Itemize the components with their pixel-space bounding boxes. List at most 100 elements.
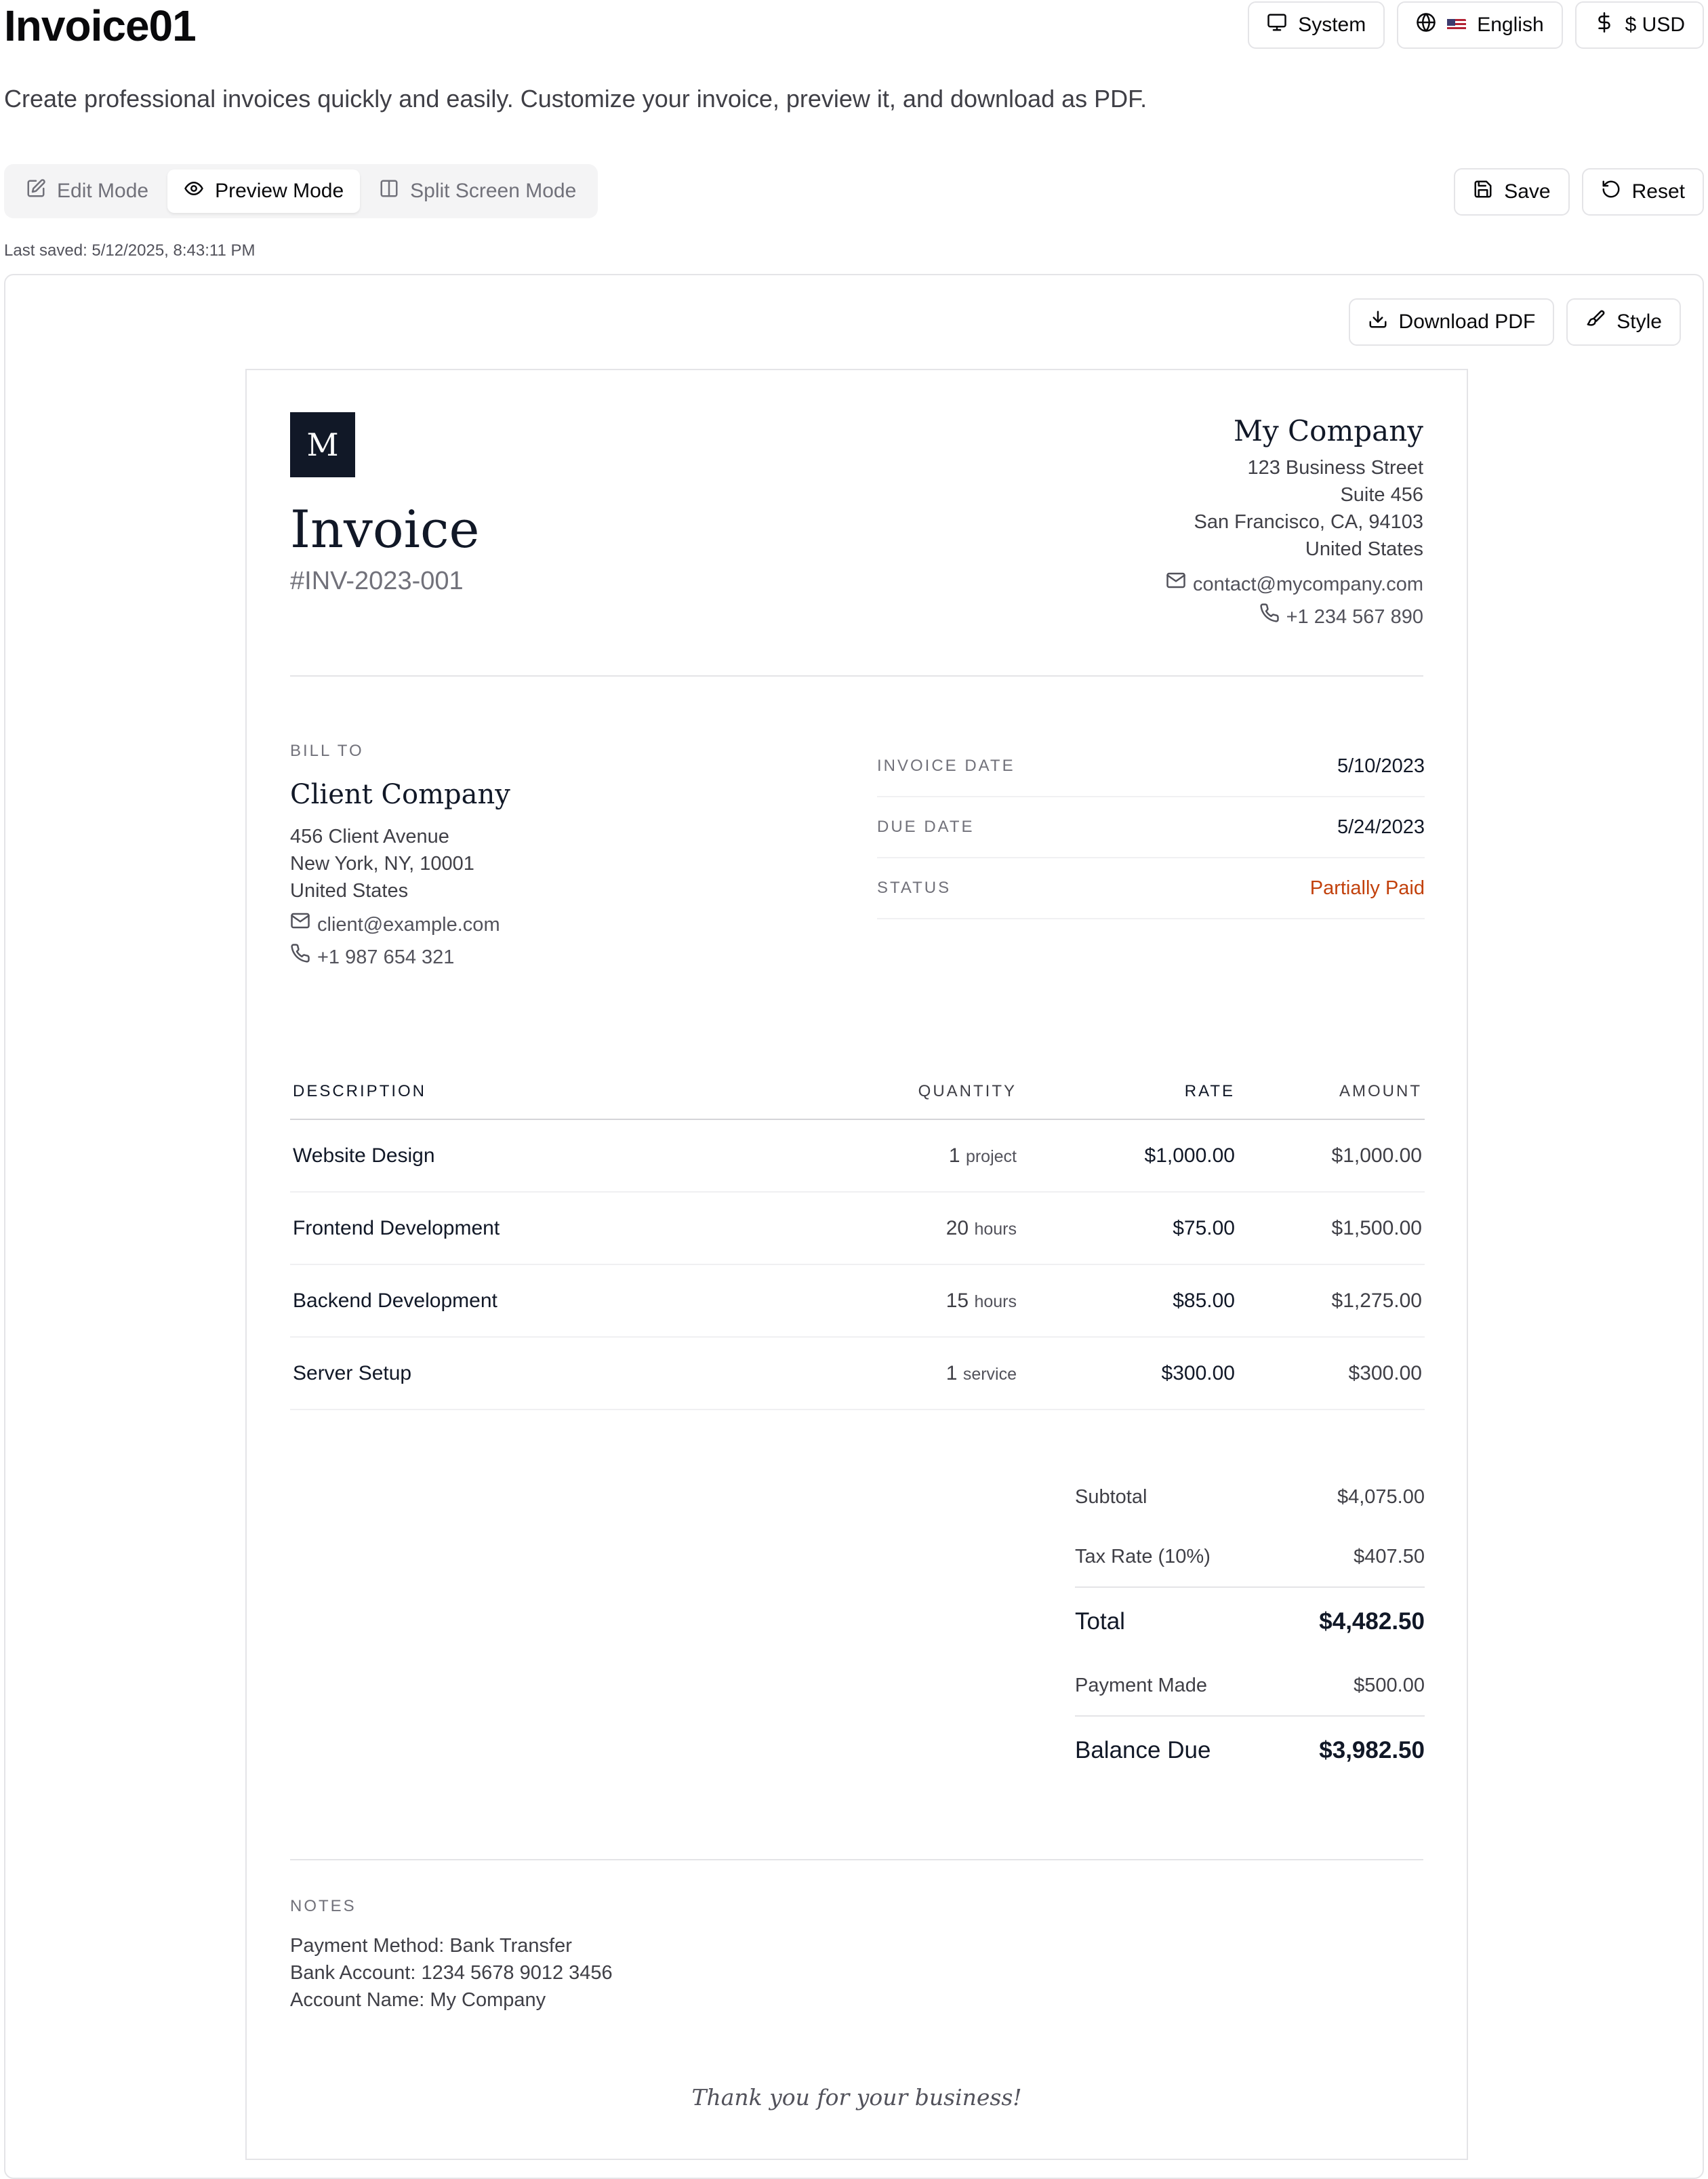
client-phone-text: +1 987 654 321: [317, 946, 455, 968]
balance-due-row: Balance Due $3,982.50: [1075, 1715, 1425, 1784]
totals-section: Subtotal $4,075.00 Tax Rate (10%) $407.5…: [1075, 1467, 1425, 1784]
tax-row: Tax Rate (10%) $407.50: [1075, 1527, 1425, 1586]
theme-button[interactable]: System: [1248, 1, 1385, 49]
app-subtitle: Create professional invoices quickly and…: [4, 85, 1147, 113]
status-value: Partially Paid: [1309, 877, 1425, 899]
app-title: Invoice01: [4, 1, 197, 50]
item-description: Server Setup: [290, 1337, 811, 1410]
globe-icon: [1416, 12, 1436, 38]
style-button[interactable]: Style: [1566, 298, 1681, 346]
paintbrush-icon: [1585, 309, 1606, 335]
company-name: My Company: [1233, 414, 1423, 447]
mail-icon: [290, 908, 310, 941]
qty-unit: hours: [974, 1292, 1017, 1311]
last-saved-text: Last saved: 5/12/2025, 8:43:11 PM: [4, 241, 256, 260]
table-row: Website Design 1 project $1,000.00 $1,00…: [290, 1119, 1425, 1193]
item-rate: $300.00: [1019, 1337, 1238, 1410]
payment-made-label: Payment Made: [1075, 1674, 1208, 1696]
tab-edit-mode[interactable]: Edit Mode: [9, 169, 165, 213]
phone-icon: [290, 941, 310, 974]
client-email: client@example.com: [290, 908, 805, 941]
monitor-icon: [1267, 12, 1287, 38]
table-row: Backend Development 15 hours $85.00 $1,2…: [290, 1264, 1425, 1338]
item-amount: $1,000.00: [1238, 1119, 1425, 1193]
client-address-line: United States: [290, 880, 409, 902]
mail-icon: [1166, 568, 1186, 601]
file-actions: Save Reset: [1454, 168, 1704, 216]
item-quantity: 15 hours: [811, 1264, 1019, 1338]
company-contacts: contact@mycompany.com +1 234 567 890: [1166, 568, 1423, 633]
tab-label: Split Screen Mode: [410, 180, 577, 202]
item-rate: $85.00: [1019, 1264, 1238, 1338]
client-address: 456 Client Avenue New York, NY, 10001 Un…: [290, 823, 805, 904]
item-description: Backend Development: [290, 1264, 811, 1338]
notes-label: NOTES: [290, 1897, 357, 1915]
payment-made-value: $500.00: [1354, 1674, 1425, 1696]
style-label: Style: [1616, 311, 1662, 333]
invoice-date-value: 5/10/2023: [1337, 755, 1425, 777]
download-label: Download PDF: [1398, 311, 1536, 333]
qty-value: 1: [946, 1361, 958, 1384]
meta-label: DUE DATE: [877, 818, 975, 836]
tax-value: $407.50: [1354, 1545, 1425, 1567]
company-address: 123 Business Street Suite 456 San Franci…: [1166, 454, 1423, 563]
total-row: Total $4,482.50: [1075, 1586, 1425, 1656]
company-address-line: 123 Business Street: [1247, 457, 1423, 479]
column-header-rate: RATE: [1019, 1064, 1238, 1120]
item-quantity: 1 service: [811, 1337, 1019, 1410]
table-header-row: DESCRIPTION QUANTITY RATE AMOUNT: [290, 1064, 1425, 1120]
column-header-description: DESCRIPTION: [290, 1064, 811, 1120]
qty-value: 15: [946, 1289, 969, 1312]
company-address-line: United States: [1305, 538, 1423, 560]
thank-you-message: Thank you for your business!: [691, 2084, 1022, 2111]
item-quantity: 1 project: [811, 1119, 1019, 1193]
tax-label: Tax Rate (10%): [1075, 1545, 1211, 1567]
qty-value: 1: [948, 1144, 960, 1167]
currency-button[interactable]: $ USD: [1574, 1, 1704, 49]
top-controls: System English $ USD: [1248, 1, 1704, 49]
invoice-title: Invoice: [290, 499, 480, 559]
client-email-text: client@example.com: [317, 914, 500, 936]
client-address-line: 456 Client Avenue: [290, 826, 449, 847]
invoice-number: #INV-2023-001: [290, 567, 464, 595]
tab-split-screen-mode[interactable]: Split Screen Mode: [363, 169, 592, 213]
invoice-meta: INVOICE DATE 5/10/2023 DUE DATE 5/24/202…: [877, 736, 1425, 919]
company-phone-text: +1 234 567 890: [1286, 606, 1423, 628]
invoice-app: Invoice01 System English $ USD Create pr…: [0, 0, 1708, 2179]
preview-actions: Download PDF Style: [1348, 298, 1681, 346]
table-row: Frontend Development 20 hours $75.00 $1,…: [290, 1192, 1425, 1265]
subtotal-row: Subtotal $4,075.00: [1075, 1467, 1425, 1527]
rotate-ccw-icon: [1601, 179, 1621, 205]
phone-icon: [1259, 601, 1280, 633]
save-icon: [1473, 179, 1493, 205]
download-pdf-button[interactable]: Download PDF: [1348, 298, 1555, 346]
reset-label: Reset: [1631, 180, 1685, 203]
company-logo: M: [290, 412, 355, 477]
notes-line: Bank Account: 1234 5678 9012 3456: [290, 1962, 613, 1984]
save-label: Save: [1504, 180, 1551, 203]
currency-label: $ USD: [1625, 14, 1685, 36]
company-email-text: contact@mycompany.com: [1193, 574, 1423, 595]
qty-unit: project: [965, 1146, 1017, 1166]
reset-button[interactable]: Reset: [1581, 168, 1704, 216]
preview-panel: Download PDF Style M Invoice #INV-2023-0…: [4, 274, 1704, 2179]
tab-label: Edit Mode: [57, 180, 149, 202]
balance-due-value: $3,982.50: [1319, 1737, 1425, 1763]
meta-row-status: STATUS Partially Paid: [877, 858, 1425, 919]
notes-line: Account Name: My Company: [290, 1989, 546, 2011]
tab-preview-mode[interactable]: Preview Mode: [167, 169, 361, 213]
header-divider: [290, 675, 1423, 677]
company-info: My Company 123 Business Street Suite 456…: [1166, 412, 1423, 633]
columns-icon: [379, 178, 399, 204]
client-contacts: client@example.com +1 987 654 321: [290, 908, 805, 974]
item-quantity: 20 hours: [811, 1192, 1019, 1265]
language-button[interactable]: English: [1397, 1, 1563, 49]
item-description: Website Design: [290, 1119, 811, 1193]
save-button[interactable]: Save: [1454, 168, 1570, 216]
item-amount: $1,275.00: [1238, 1264, 1425, 1338]
dollar-icon: [1594, 12, 1614, 38]
notes-line: Payment Method: Bank Transfer: [290, 1935, 572, 1957]
payment-made-row: Payment Made $500.00: [1075, 1656, 1425, 1715]
total-label: Total: [1075, 1608, 1125, 1635]
line-items-table: DESCRIPTION QUANTITY RATE AMOUNT Website…: [290, 1064, 1425, 1410]
